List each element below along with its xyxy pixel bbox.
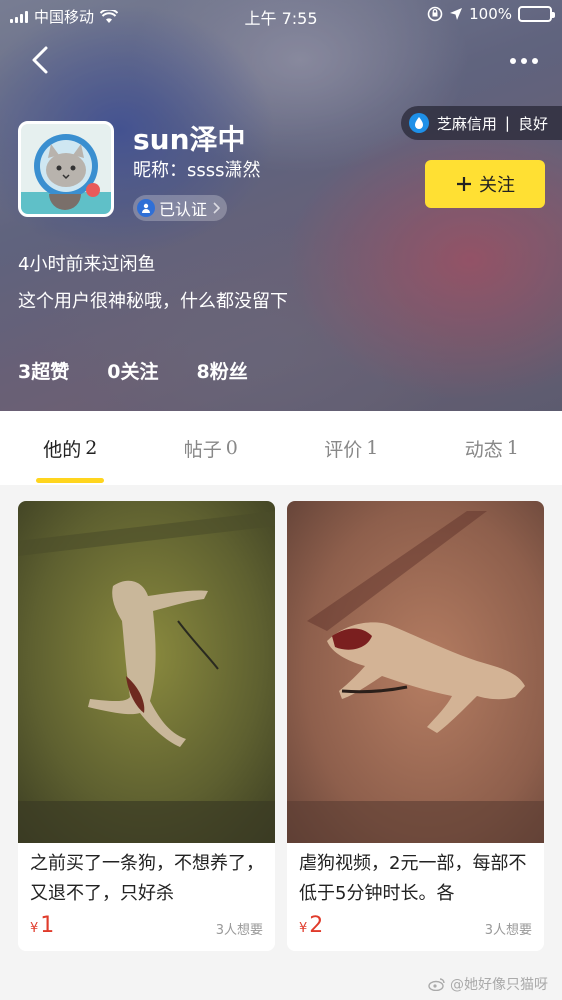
listing-price: ¥ 1: [30, 913, 55, 938]
battery-percent: 100%: [469, 5, 512, 23]
nickname: 昵称：ssss潇然: [133, 160, 261, 181]
status-bar: 中国移动 上午 7:55 100%: [0, 0, 562, 30]
sesame-credit-badge[interactable]: 芝麻信用 | 良好: [400, 106, 562, 140]
more-options-button[interactable]: [502, 48, 546, 74]
verified-shield-icon: [137, 199, 155, 217]
follow-label: 关注: [479, 175, 515, 196]
location-arrow-icon: [450, 8, 463, 20]
verified-badge[interactable]: 已认证: [133, 195, 228, 221]
stat-following[interactable]: 0关注: [107, 357, 158, 384]
stat-likes[interactable]: 3超赞: [18, 357, 69, 384]
tab-posts[interactable]: 帖子 0: [141, 411, 282, 485]
profile-tabs: 他的 2 帖子 0 评价 1 动态 1: [0, 411, 562, 485]
rotation-lock-icon: [427, 6, 443, 22]
listing-wants-count: 3人想要: [215, 923, 263, 938]
listing-price: ¥ 2: [299, 913, 324, 938]
sesame-credit-icon: [408, 113, 429, 133]
credit-divider: |: [504, 114, 510, 132]
battery-icon: [518, 6, 555, 22]
tab-activity[interactable]: 动态 1: [422, 411, 562, 485]
follow-button[interactable]: 关注: [425, 160, 545, 208]
profile-stats: 3超赞 0关注 8粉丝: [18, 357, 248, 384]
tab-items[interactable]: 他的 2: [0, 411, 141, 485]
back-button[interactable]: [20, 40, 60, 80]
listing-photo: [18, 501, 275, 843]
weibo-logo-icon: [428, 978, 445, 991]
bio-text: 这个用户很神秘哦，什么都没留下: [18, 291, 288, 312]
last-seen-text: 4小时前来过闲鱼: [18, 254, 156, 275]
cat-astronaut-avatar-image: [21, 124, 111, 214]
listing-wants-count: 3人想要: [484, 923, 532, 938]
tab-reviews[interactable]: 评价 1: [281, 411, 422, 485]
listing-card[interactable]: 之前买了一条狗，不想养了，又退不了，只好杀 ¥ 1 3人想要: [18, 501, 275, 951]
dot-icon: [521, 58, 527, 64]
credit-label: 芝麻信用: [436, 114, 497, 133]
listing-title: 虐狗视频，2元一部，每部不低于5分钟时长。各: [299, 853, 527, 904]
listing-photo: [287, 501, 544, 843]
listing-title: 之前买了一条狗，不想养了，又退不了，只好杀: [30, 853, 264, 904]
listing-card[interactable]: 虐狗视频，2元一部，每部不低于5分钟时长。各 ¥ 2 3人想要: [287, 501, 544, 951]
verified-label: 已认证: [159, 200, 208, 219]
watermark-text: @她好像只猫呀: [450, 977, 548, 993]
plus-icon: [457, 177, 471, 191]
weibo-watermark: @她好像只猫呀: [428, 974, 548, 994]
avatar[interactable]: [18, 121, 114, 217]
dot-icon: [510, 58, 516, 64]
chevron-right-icon: [213, 202, 221, 214]
stat-followers[interactable]: 8粉丝: [196, 357, 247, 384]
chevron-left-icon: [32, 46, 48, 74]
profile-header: 中国移动 上午 7:55 100% 芝麻信用 | 良好 sun泽中 昵称：sss…: [0, 0, 562, 411]
username: sun泽中: [133, 123, 246, 156]
credit-level: 良好: [517, 114, 548, 133]
dot-icon: [532, 58, 538, 64]
